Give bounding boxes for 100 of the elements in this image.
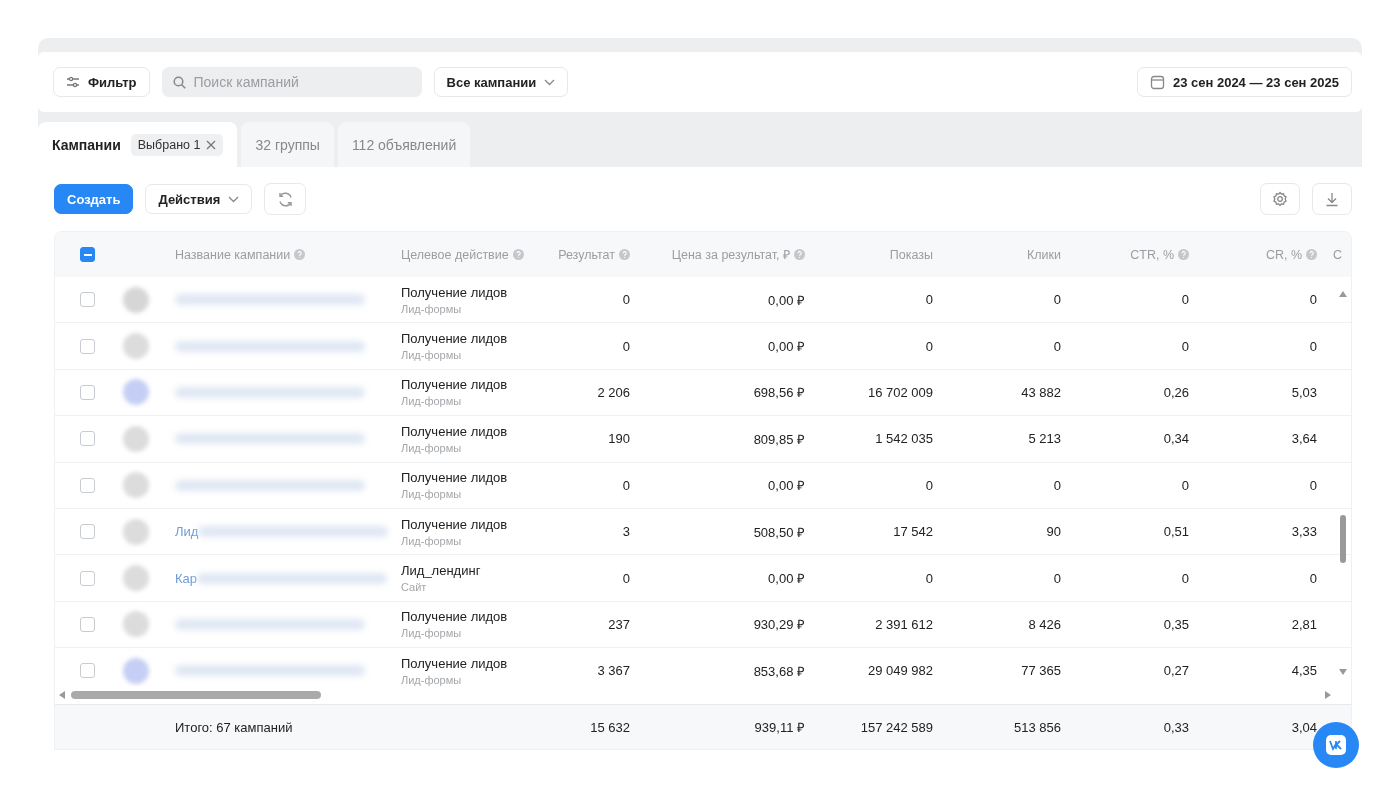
- table-cell: 4,35: [1291, 663, 1317, 679]
- action-type: Лид-формы: [401, 441, 462, 454]
- search-field[interactable]: Поиск кампаний: [161, 67, 422, 97]
- table-cell: 0: [1181, 570, 1189, 586]
- table-cell: 77 365: [1021, 663, 1061, 679]
- table-cell: 0,26: [1163, 384, 1189, 400]
- table-cell: 8 426: [1028, 616, 1061, 632]
- table-cell: 2 206: [597, 384, 630, 400]
- create-button[interactable]: Создать: [54, 184, 134, 214]
- horizontal-scrollbar[interactable]: [71, 691, 321, 699]
- target-action: Лид_лендинг: [401, 563, 481, 579]
- column-header[interactable]: CTR, %: [1067, 247, 1195, 262]
- action-type: Лид-формы: [401, 349, 462, 362]
- table-cell: 0,34: [1163, 431, 1189, 447]
- checkbox[interactable]: [80, 616, 95, 632]
- total-cell-text: 0,33: [1162, 719, 1190, 735]
- table-cell: 16 702 009: [867, 384, 933, 400]
- column-header[interactable]: С: [1323, 247, 1347, 262]
- table-cell: 0: [1053, 570, 1061, 586]
- table-cell: 3,64: [1291, 431, 1317, 447]
- table-cell: 0: [622, 338, 630, 354]
- table-cell: 0: [925, 477, 933, 493]
- filter-button[interactable]: Фильтр: [53, 67, 150, 97]
- table-cell-text: 0,00 ₽: [768, 291, 805, 309]
- column-header[interactable]: Показы: [811, 247, 939, 262]
- campaign-name[interactable]: Лид: [175, 524, 199, 540]
- total-cell-text: 513 856: [1013, 719, 1062, 735]
- column-header[interactable]: Целевое действие: [391, 247, 541, 262]
- calendar-icon: [1149, 74, 1165, 90]
- total-cell-text: 3,04: [1290, 719, 1318, 735]
- tab[interactable]: 32 группы: [241, 122, 334, 167]
- table-cell: 17 542: [893, 524, 933, 540]
- campaign-name[interactable]: Кар: [175, 570, 198, 586]
- action-type: Лид-формы: [401, 673, 462, 686]
- table-cell: 0: [1309, 477, 1317, 493]
- table-cell: 0,35: [1163, 616, 1189, 632]
- column-header[interactable]: Название кампании: [165, 247, 391, 262]
- download-icon: [1324, 191, 1340, 207]
- table-cell: 0: [622, 477, 630, 493]
- table-cell-text: 930,29 ₽: [753, 616, 805, 634]
- search-icon: [172, 75, 186, 89]
- table-cell: 43 882: [1021, 384, 1061, 400]
- action-type: Лид-формы: [401, 302, 462, 315]
- checkbox[interactable]: [80, 247, 95, 262]
- settings-button[interactable]: [1260, 183, 1300, 215]
- help-icon[interactable]: [1306, 249, 1317, 260]
- download-button[interactable]: [1312, 183, 1352, 215]
- target-action: Получение лидов: [401, 655, 508, 671]
- checkbox[interactable]: [80, 477, 95, 493]
- tab[interactable]: Кампании Выбрано 1: [38, 122, 238, 167]
- table-cell: 0: [925, 338, 933, 354]
- table-cell: 0: [622, 570, 630, 586]
- table-cell: 0: [622, 292, 630, 308]
- actions-dropdown[interactable]: Действия: [145, 184, 253, 214]
- table-cell: 1 542 035: [875, 431, 933, 447]
- scroll-right-icon[interactable]: [1325, 691, 1331, 699]
- total-label: Итого: 67 кампаний: [174, 719, 294, 735]
- total-cell-text: 15 632: [589, 719, 631, 735]
- scroll-left-icon[interactable]: [59, 691, 65, 699]
- checkbox[interactable]: [80, 431, 95, 447]
- checkbox[interactable]: [80, 663, 95, 679]
- date-range-button[interactable]: 23 сен 2024 — 23 сен 2025: [1136, 67, 1352, 97]
- column-header[interactable]: Клики: [939, 247, 1067, 262]
- table-cell: 0: [1053, 292, 1061, 308]
- checkbox[interactable]: [80, 338, 95, 354]
- table-cell: 2 391 612: [875, 616, 933, 632]
- table-cell-text: 809,85 ₽: [753, 430, 805, 448]
- checkbox[interactable]: [80, 570, 95, 586]
- help-icon[interactable]: [512, 249, 524, 260]
- help-icon[interactable]: [294, 249, 306, 260]
- column-header[interactable]: Результат: [541, 247, 636, 262]
- help-icon[interactable]: [794, 249, 805, 260]
- refresh-button[interactable]: [264, 183, 307, 215]
- target-action: Получение лидов: [401, 377, 508, 393]
- column-header[interactable]: CR, %: [1195, 247, 1323, 262]
- action-type: Лид-формы: [401, 488, 462, 501]
- target-action: Получение лидов: [401, 516, 508, 532]
- table-cell: 0,27: [1163, 663, 1189, 679]
- checkbox[interactable]: [80, 292, 95, 308]
- target-action: Получение лидов: [401, 331, 508, 347]
- tab[interactable]: 112 объявлений: [337, 122, 471, 167]
- help-icon[interactable]: [619, 249, 630, 260]
- help-icon[interactable]: [1178, 249, 1189, 260]
- table-cell: 3,33: [1291, 524, 1317, 540]
- table-cell-text: 0,00 ₽: [768, 338, 805, 356]
- table-cell-text: 698,56 ₽: [753, 384, 805, 402]
- close-icon[interactable]: [206, 139, 217, 150]
- campaigns-dropdown[interactable]: Все кампании: [433, 67, 569, 97]
- table-cell-text: 853,68 ₽: [753, 662, 805, 680]
- target-action: Получение лидов: [401, 284, 508, 300]
- table-cell: 190: [608, 431, 630, 447]
- column-header[interactable]: Цена за результат, ₽: [636, 246, 811, 263]
- target-action: Получение лидов: [401, 470, 508, 486]
- checkbox[interactable]: [80, 384, 95, 400]
- checkbox[interactable]: [80, 524, 95, 540]
- caret-icon: [228, 195, 240, 203]
- table-cell-text: 0,00 ₽: [768, 570, 805, 588]
- table-cell: 0: [1053, 477, 1061, 493]
- table-cell: 0: [1181, 338, 1189, 354]
- caret-icon: [544, 78, 556, 86]
